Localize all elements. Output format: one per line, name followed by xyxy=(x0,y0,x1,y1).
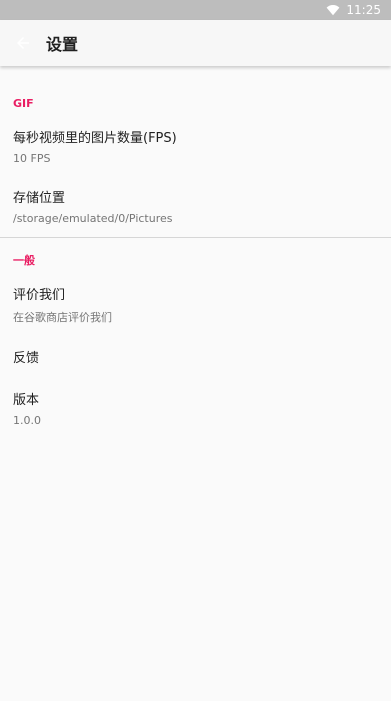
arrow-left-icon xyxy=(17,37,29,49)
pref-storage-title: 存储位置 xyxy=(13,191,66,206)
pref-feedback[interactable]: 反馈 xyxy=(0,334,391,378)
status-time: 11:25 xyxy=(346,3,381,17)
app-toolbar: 设置 xyxy=(0,20,391,66)
pref-rate-title: 评价我们 xyxy=(13,287,66,303)
section-header-gif: GIF xyxy=(13,97,34,110)
wifi-icon xyxy=(326,5,340,16)
status-bar: 11:25 xyxy=(0,0,391,20)
pref-version-title: 版本 xyxy=(13,393,40,408)
pref-feedback-title: 反馈 xyxy=(13,350,40,366)
page-title: 设置 xyxy=(46,35,79,54)
pref-fps-summary: 10 FPS xyxy=(13,152,51,165)
pref-version-summary: 1.0.0 xyxy=(13,414,41,427)
pref-rate-us[interactable]: 评价我们 在谷歌商店评价我们 xyxy=(0,274,391,334)
pref-version[interactable]: 版本 1.0.0 xyxy=(0,378,391,438)
section-header-general: 一般 xyxy=(13,254,35,267)
pref-fps-title: 每秒视频里的图片数量(FPS) xyxy=(13,131,177,146)
pref-fps[interactable]: 每秒视频里的图片数量(FPS) 10 FPS xyxy=(0,116,391,176)
pref-storage-summary: /storage/emulated/0/Pictures xyxy=(13,212,173,225)
back-button[interactable] xyxy=(11,31,35,55)
pref-rate-summary: 在谷歌商店评价我们 xyxy=(13,310,112,324)
pref-storage-location[interactable]: 存储位置 /storage/emulated/0/Pictures xyxy=(0,176,391,236)
